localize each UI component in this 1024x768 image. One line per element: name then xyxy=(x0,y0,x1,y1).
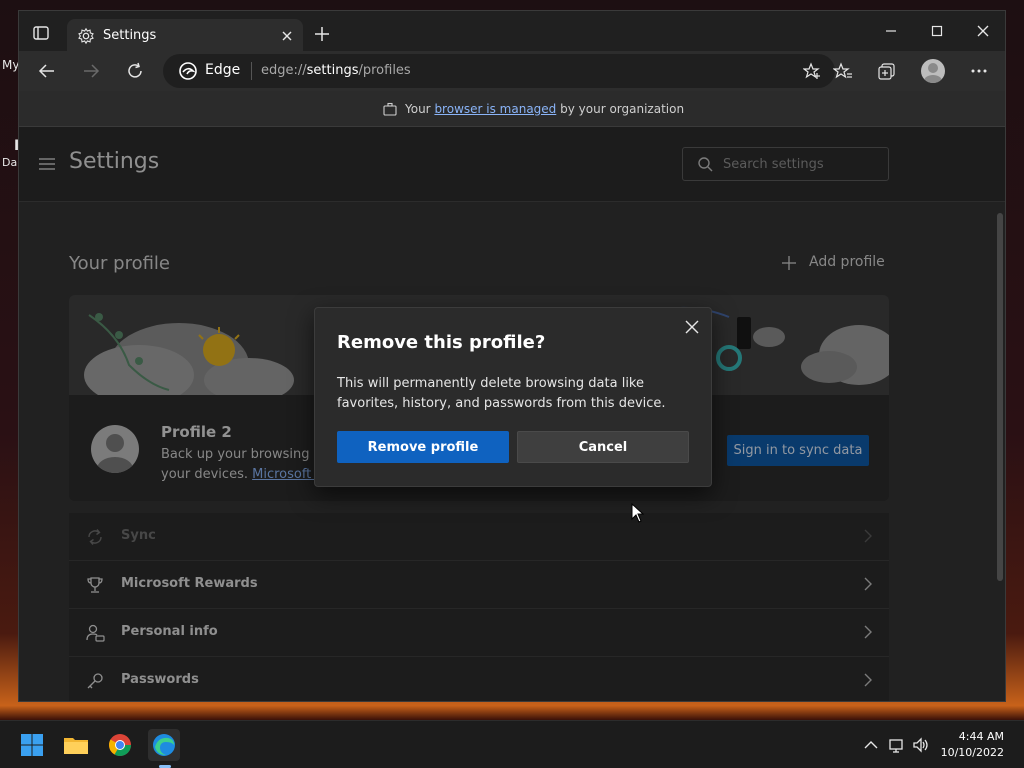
remove-profile-button[interactable]: Remove profile xyxy=(337,431,509,463)
browser-window: Settings xyxy=(18,10,1006,702)
edge-logo-icon xyxy=(179,62,197,80)
cancel-button[interactable]: Cancel xyxy=(517,431,689,463)
tab-settings[interactable]: Settings xyxy=(67,19,303,53)
dialog-body: This will permanently delete browsing da… xyxy=(337,374,697,414)
tab-bar: Settings xyxy=(19,11,1006,51)
address-url[interactable]: edge://settings/profiles xyxy=(261,63,411,78)
windows-start-icon[interactable] xyxy=(16,729,48,761)
tab-actions-icon[interactable] xyxy=(31,23,51,43)
desktop-icon-label[interactable]: Da xyxy=(2,156,17,169)
chevron-up-icon[interactable] xyxy=(862,736,880,754)
collections-icon[interactable] xyxy=(877,61,897,81)
back-icon[interactable] xyxy=(37,61,57,81)
managed-prefix: Your xyxy=(405,102,434,116)
url-path: /profiles xyxy=(358,63,410,78)
favorites-icon[interactable] xyxy=(833,61,853,81)
add-favorite-icon[interactable] xyxy=(803,62,821,80)
url-host: settings xyxy=(307,63,359,78)
dialog-title: Remove this profile? xyxy=(337,332,545,353)
address-separator xyxy=(251,62,252,80)
close-window-icon[interactable] xyxy=(975,23,991,39)
minimize-icon[interactable] xyxy=(883,23,899,39)
remove-profile-dialog: Remove this profile? This will permanent… xyxy=(314,307,712,487)
edge-icon[interactable] xyxy=(148,729,180,761)
managed-notice-text: Your browser is managed by your organiza… xyxy=(405,102,684,116)
more-menu-icon[interactable] xyxy=(969,61,989,81)
taskbar-clock[interactable]: 4:44 AM 10/10/2022 xyxy=(934,729,1004,761)
address-brand: Edge xyxy=(205,62,240,78)
profile-avatar-icon[interactable] xyxy=(921,59,945,83)
managed-notice-bar: Your browser is managed by your organiza… xyxy=(19,91,1006,127)
close-dialog-icon[interactable] xyxy=(685,320,699,334)
file-explorer-icon[interactable] xyxy=(60,729,92,761)
gear-icon xyxy=(77,27,95,45)
forward-icon[interactable] xyxy=(81,61,101,81)
briefcase-icon xyxy=(383,102,397,116)
refresh-icon[interactable] xyxy=(125,61,145,81)
taskbar: 4:44 AM 10/10/2022 xyxy=(0,720,1024,768)
clock-date: 10/10/2022 xyxy=(934,745,1004,761)
url-prefix: edge:// xyxy=(261,63,307,78)
browser-managed-link[interactable]: browser is managed xyxy=(434,102,556,116)
new-tab-icon[interactable] xyxy=(313,25,331,43)
volume-icon[interactable] xyxy=(912,736,930,754)
network-icon[interactable] xyxy=(888,736,906,754)
address-bar[interactable]: Edge edge://settings/profiles xyxy=(163,54,835,88)
managed-suffix: by your organization xyxy=(556,102,684,116)
mouse-cursor-icon xyxy=(631,503,645,523)
clock-time: 4:44 AM xyxy=(934,729,1004,745)
tab-title: Settings xyxy=(103,28,156,43)
toolbar: Edge edge://settings/profiles xyxy=(19,51,1006,91)
chrome-icon[interactable] xyxy=(104,729,136,761)
close-tab-icon[interactable] xyxy=(279,28,295,44)
maximize-icon[interactable] xyxy=(929,23,945,39)
desktop-icon-label[interactable]: My xyxy=(2,58,19,72)
